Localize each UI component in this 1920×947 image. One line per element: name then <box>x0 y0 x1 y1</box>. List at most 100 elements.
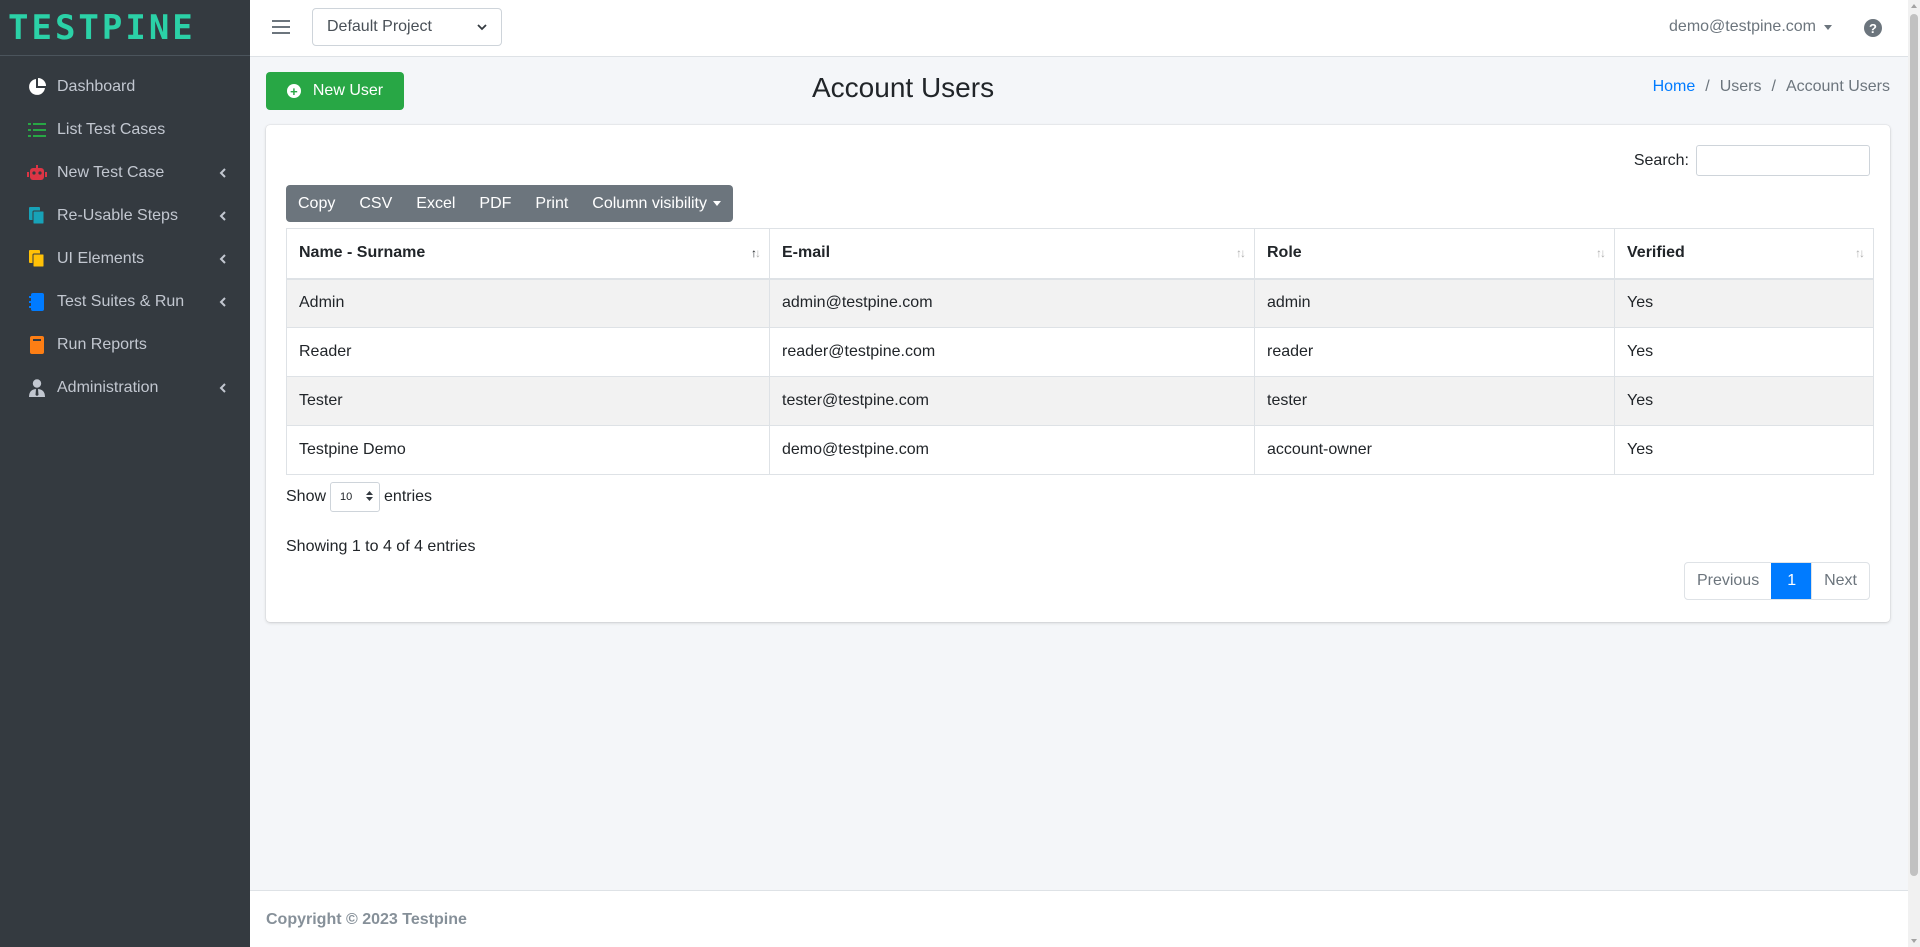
cell-role: account-owner <box>1254 425 1615 475</box>
brand-logo[interactable]: TESTPINE <box>0 0 250 56</box>
cell-verified: Yes <box>1614 376 1874 426</box>
sidebar: TESTPINE Dashboard List Test Cases New T… <box>0 0 250 947</box>
column-header-email[interactable]: E-mail ↑↓ <box>769 228 1255 280</box>
user-tie-icon <box>26 378 48 398</box>
users-table: Name - Surname ↑↓ E-mail ↑↓ Role ↑↓ Veri… <box>286 228 1874 475</box>
sidebar-item-test-suites-run[interactable]: Test Suites & Run <box>0 280 250 323</box>
user-menu[interactable]: demo@testpine.com <box>1669 18 1832 36</box>
pie-chart-icon <box>26 77 48 97</box>
csv-button[interactable]: CSV <box>347 185 404 222</box>
breadcrumb-users: Users <box>1719 78 1762 95</box>
sidebar-item-new-test-case[interactable]: New Test Case <box>0 151 250 194</box>
robot-icon <box>26 163 48 183</box>
plus-circle-icon: + <box>286 84 301 98</box>
sidebar-item-label: UI Elements <box>57 249 145 267</box>
notebook-icon <box>26 292 48 312</box>
sort-icon: ↑↓ <box>1236 246 1246 260</box>
table-search: Search: <box>1634 145 1870 176</box>
book-icon <box>26 335 48 355</box>
cell-name: Testpine Demo <box>286 425 770 475</box>
sidebar-item-label: Dashboard <box>57 77 136 95</box>
cell-name: Tester <box>286 376 770 426</box>
breadcrumb: Home / Users / Account Users <box>1653 78 1890 96</box>
sort-icon: ↑↓ <box>1596 246 1606 260</box>
column-visibility-button[interactable]: Column visibility <box>580 185 733 222</box>
scroll-up-icon[interactable] <box>1911 4 1917 8</box>
chevron-left-icon <box>218 210 228 221</box>
page-length-value: 10 <box>340 491 353 503</box>
updown-icon <box>366 490 374 504</box>
sidebar-item-label: New Test Case <box>57 163 165 181</box>
users-card: Search: Copy CSV Excel PDF Print Column … <box>266 125 1890 622</box>
breadcrumb-current: Account Users <box>1785 78 1890 95</box>
scroll-down-icon[interactable] <box>1911 939 1917 943</box>
footer: Copyright © 2023 Testpine <box>250 890 1908 947</box>
breadcrumb-separator: / <box>1771 78 1776 95</box>
pdf-button[interactable]: PDF <box>467 185 523 222</box>
column-header-role[interactable]: Role ↑↓ <box>1254 228 1615 280</box>
project-select[interactable]: Default Project <box>312 8 502 46</box>
chevron-left-icon <box>218 167 228 178</box>
print-button[interactable]: Print <box>523 185 580 222</box>
scrollbar-thumb[interactable] <box>1910 14 1918 876</box>
pagination-previous[interactable]: Previous <box>1685 563 1771 599</box>
column-header-label: E-mail <box>782 244 831 262</box>
pagination: Previous 1 Next <box>1683 562 1870 600</box>
cell-verified: Yes <box>1614 425 1874 475</box>
sort-ascending-icon: ↑↓ <box>751 246 761 260</box>
search-input[interactable] <box>1696 145 1870 176</box>
cell-name: Admin <box>286 278 770 328</box>
table-row[interactable]: Admin admin@testpine.com admin Yes <box>286 278 1874 328</box>
entries-label: entries <box>384 488 433 505</box>
chevron-left-icon <box>218 296 228 307</box>
sidebar-item-label: Re-Usable Steps <box>57 206 178 224</box>
cell-email: admin@testpine.com <box>769 278 1255 328</box>
pagination-next[interactable]: Next <box>1811 563 1869 599</box>
caret-down-icon <box>1824 24 1832 30</box>
cell-email: tester@testpine.com <box>769 376 1255 426</box>
column-header-name[interactable]: Name - Surname ↑↓ <box>286 228 770 280</box>
sidebar-item-run-reports[interactable]: Run Reports <box>0 323 250 366</box>
sidebar-item-ui-elements[interactable]: UI Elements <box>0 237 250 280</box>
caret-down-icon <box>713 201 721 206</box>
table-header-row: Name - Surname ↑↓ E-mail ↑↓ Role ↑↓ Veri… <box>286 228 1874 280</box>
column-header-verified[interactable]: Verified ↑↓ <box>1614 228 1874 280</box>
help-icon[interactable]: ? <box>1864 19 1882 37</box>
new-user-button[interactable]: + New User <box>266 72 404 110</box>
sidebar-item-reusable-steps[interactable]: Re-Usable Steps <box>0 194 250 237</box>
sidebar-nav: Dashboard List Test Cases New Test Case … <box>0 65 250 409</box>
page-length-control: Show 10 entries <box>286 482 432 512</box>
breadcrumb-home[interactable]: Home <box>1653 78 1696 96</box>
sidebar-item-label: Administration <box>57 378 159 396</box>
sidebar-item-list-test-cases[interactable]: List Test Cases <box>0 108 250 151</box>
table-row[interactable]: Tester tester@testpine.com tester Yes <box>286 376 1874 426</box>
files-icon <box>26 249 48 269</box>
excel-button[interactable]: Excel <box>404 185 467 222</box>
pagination-page-1[interactable]: 1 <box>1771 563 1812 599</box>
sidebar-item-label: Run Reports <box>57 335 147 353</box>
breadcrumb-separator: / <box>1705 78 1710 95</box>
sidebar-item-administration[interactable]: Administration <box>0 366 250 409</box>
cell-name: Reader <box>286 327 770 377</box>
help-glyph: ? <box>1869 20 1877 36</box>
cell-role: reader <box>1254 327 1615 377</box>
cell-role: tester <box>1254 376 1615 426</box>
copy-button[interactable]: Copy <box>286 185 347 222</box>
sort-icon: ↑↓ <box>1855 246 1865 260</box>
sidebar-item-dashboard[interactable]: Dashboard <box>0 65 250 108</box>
brand-name: TESTPINE <box>8 7 196 48</box>
footer-copyright: Copyright © 2023 Testpine <box>266 911 467 928</box>
list-icon <box>26 120 48 140</box>
search-label: Search: <box>1633 151 1689 169</box>
hamburger-menu-icon[interactable] <box>272 18 290 36</box>
top-navbar: Default Project demo@testpine.com ? <box>250 0 1920 57</box>
page-scrollbar[interactable] <box>1908 0 1920 947</box>
chevron-left-icon <box>218 253 228 264</box>
export-button-group: Copy CSV Excel PDF Print Column visibili… <box>286 185 733 222</box>
table-row[interactable]: Reader reader@testpine.com reader Yes <box>286 327 1874 377</box>
table-info: Showing 1 to 4 of 4 entries <box>286 538 476 555</box>
page-length-select[interactable]: 10 <box>330 482 381 512</box>
new-user-label: New User <box>312 82 384 99</box>
show-label: Show <box>286 488 327 505</box>
table-row[interactable]: Testpine Demo demo@testpine.com account-… <box>286 425 1874 475</box>
